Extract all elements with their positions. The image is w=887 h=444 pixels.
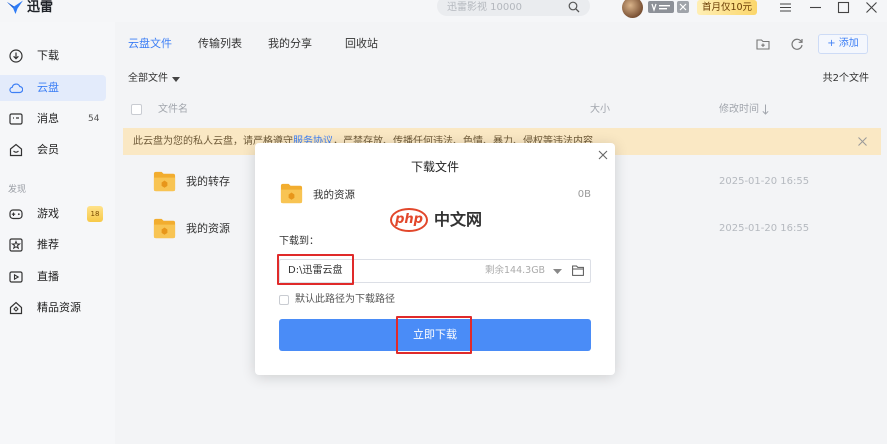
tab-my-shares[interactable]: 我的分享 [268,37,312,51]
sidebar-item-premium-resources[interactable]: 精品资源 [0,295,106,321]
tab-transfer-list[interactable]: 传输列表 [198,37,242,51]
game-badge: 18 [87,206,103,222]
minimize-icon[interactable] [809,1,822,14]
app-logo-text: 迅雷 [27,0,54,15]
download-path-select[interactable]: D:\迅雷云盘 剩余144.3GB [279,259,591,283]
file-modified-time: 2025-01-20 16:55 [719,223,810,234]
sidebar-item-label: 云盘 [37,81,59,94]
close-icon[interactable] [858,137,867,146]
member-icon [9,143,23,157]
sidebar-item-download[interactable]: 下载 [0,43,106,69]
default-path-checkbox[interactable] [279,295,289,305]
chevron-down-icon[interactable] [172,77,180,82]
sort-down-icon[interactable] [762,104,769,115]
free-space-text: 剩余144.3GB [485,265,546,276]
file-name[interactable]: 我的资源 [186,222,230,236]
search-input[interactable] [447,0,567,14]
xunlei-logo-icon [6,0,24,15]
close-icon[interactable] [598,150,608,160]
message-count-badge: 54 [88,114,100,124]
download-dialog: 下载文件 我的资源 0B php 中文网 下载到： D:\迅雷云盘 剩余144.… [255,143,615,375]
default-path-checkbox-label[interactable]: 默认此路径为下载路径 [295,293,395,307]
download-icon [9,49,23,63]
watermark-logo: php [390,208,428,232]
sidebar-item-recommend[interactable]: 推荐 [0,232,106,258]
close-icon[interactable] [865,1,878,14]
cloud-icon [9,81,23,95]
all-files-filter[interactable]: 全部文件 [128,73,168,85]
tab-recycle-bin[interactable]: 回收站 [345,37,378,51]
sidebar-item-messages[interactable]: 消息 54 [0,106,106,132]
dialog-file-name: 我的资源 [313,189,355,201]
maximize-icon[interactable] [837,1,850,14]
sidebar-item-label: 下载 [37,49,59,62]
sidebar-item-label: 游戏 [37,207,59,220]
gamepad-icon [9,207,23,221]
folder-icon [152,169,177,194]
file-modified-time: 2025-01-20 16:55 [719,176,810,187]
chevron-down-icon[interactable] [553,269,562,274]
select-all-checkbox[interactable] [131,104,142,115]
sidebar-item-membership[interactable]: 会员 [0,137,106,163]
watermark-site: 中文网 [434,210,483,229]
watermark: php 中文网 [388,207,548,233]
sidebar-section-title: 发现 [8,185,27,195]
sidebar-item-label: 精品资源 [37,301,81,314]
column-header-name[interactable]: 文件名 [158,104,188,116]
search-icon[interactable] [568,1,580,13]
sidebar-item-cloud[interactable]: 云盘 [0,75,106,101]
search-box[interactable] [437,0,590,16]
download-path-label: 下载到： [279,236,319,247]
column-header-modified[interactable]: 修改时间 [719,104,759,116]
dialog-file-size: 0B [577,189,591,200]
dialog-title: 下载文件 [410,160,459,174]
gem-icon [9,301,23,315]
download-path-value: D:\迅雷云盘 [288,265,343,276]
sidebar-item-label: 消息 [37,112,59,125]
folder-icon [279,181,304,206]
file-name[interactable]: 我的转存 [186,175,230,189]
add-button[interactable]: + 添加 [818,34,868,54]
new-folder-icon[interactable] [756,37,770,51]
file-count: 共2个文件 [822,73,869,84]
sidebar-item-games[interactable]: 游戏 18 [0,201,106,227]
sidebar-item-label: 推荐 [37,238,59,251]
plus-icon: + [827,38,839,49]
star-icon [9,238,23,252]
message-icon [9,112,23,126]
sidebar-item-live[interactable]: 直播 [0,264,106,290]
browse-folder-icon[interactable] [572,265,584,276]
tab-cloud-files[interactable]: 云盘文件 [128,37,172,51]
live-icon [9,270,23,284]
promo-badge[interactable]: 首月仅10元 [697,0,757,15]
menu-icon[interactable] [779,1,792,14]
download-now-button[interactable]: 立即下载 [279,319,591,351]
column-header-size[interactable]: 大小 [590,104,610,116]
add-button-label: 添加 [838,38,859,49]
vip-badge-icon[interactable] [648,1,674,13]
sidebar-item-label: 会员 [37,143,59,156]
refresh-icon[interactable] [790,37,804,51]
sidebar-item-label: 直播 [37,270,59,283]
folder-icon [152,216,177,241]
level-badge-icon[interactable] [677,1,689,13]
